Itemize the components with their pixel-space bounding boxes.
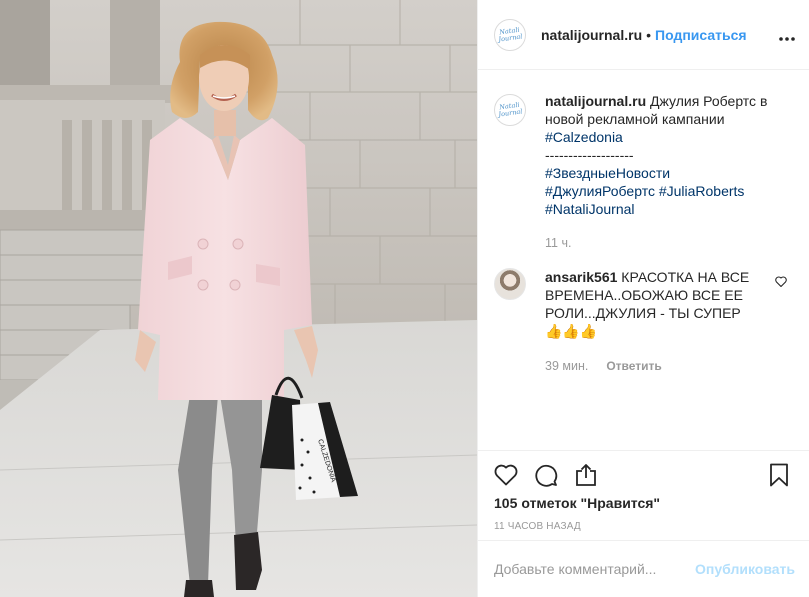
comment-time[interactable]: 39 мин. — [545, 357, 588, 375]
heart-graphic — [494, 464, 518, 486]
commenter-avatar[interactable] — [494, 268, 526, 300]
comment-item: ansarik561 КРАСОТКА НА ВСЕ ВРЕМЕНА..ОБОЖ… — [478, 252, 809, 375]
comment-heart-icon[interactable] — [775, 274, 787, 292]
likes-number: 105 — [494, 495, 518, 511]
caption-logo-line-2: Journal — [497, 107, 523, 119]
share-icon[interactable] — [566, 459, 606, 491]
more-horizontal-icon[interactable] — [779, 28, 795, 42]
likes-label: отметок "Нравится" — [521, 495, 661, 511]
caption-username[interactable]: natalijournal.ru — [545, 93, 646, 109]
caption-time[interactable]: 11 ч. — [545, 234, 767, 252]
caption-author-avatar[interactable]: Natali Journal — [494, 94, 526, 126]
comment-graphic — [535, 464, 558, 487]
post-timestamp[interactable]: 11 часов назад — [478, 511, 809, 532]
thumbs-up-emoji: 👍👍👍 — [545, 324, 598, 340]
post-sidebar: Natali Journal natalijournal.ru • Подпис… — [477, 0, 809, 597]
separator-dot: • — [646, 26, 652, 43]
caption-body: natalijournal.ru Джулия Робертс в новой … — [545, 92, 767, 252]
hashtag-zvezdnye-novosti[interactable]: #ЗвездныеНовости — [545, 164, 767, 182]
hashtag-natali-journal[interactable]: #NataliJournal — [545, 200, 767, 218]
comment-text-2: ВРЕМЕНА..ОБОЖАЮ ВСЕ ЕЕ — [545, 287, 743, 303]
comment-input[interactable] — [494, 561, 696, 577]
avatar-logo-text: Natali Journal — [497, 25, 523, 43]
comment-body: ansarik561 КРАСОТКА НА ВСЕ ВРЕМЕНА..ОБОЖ… — [545, 268, 760, 375]
post-header: Natali Journal natalijournal.ru • Подпис… — [478, 0, 809, 70]
comment-text-1: КРАСОТКА НА ВСЕ — [621, 269, 750, 285]
publish-button[interactable]: Опубликовать — [695, 561, 795, 577]
bookmark-graphic — [770, 463, 788, 487]
follow-button[interactable]: Подписаться — [655, 27, 747, 43]
heart-icon[interactable] — [486, 459, 526, 491]
author-username[interactable]: natalijournal.ru — [541, 27, 642, 43]
post-actions: 105 отметок "Нравится" 11 часов назад — [478, 450, 809, 540]
caption-line-2: новой рекламной кампании — [545, 111, 725, 127]
hashtag-julia-roberts[interactable]: #ДжулияРобертс #JuliaRoberts — [545, 182, 767, 200]
share-graphic — [576, 464, 596, 486]
instagram-post: CALZEDONIA Natali Journal natalijournal.… — [0, 0, 809, 597]
author-avatar[interactable]: Natali Journal — [494, 18, 526, 51]
comment-heart-graphic — [775, 276, 787, 288]
action-icons — [478, 451, 809, 491]
comments-section[interactable]: Natali Journal natalijournal.ru Джулия Р… — [478, 70, 809, 450]
post-photo[interactable]: CALZEDONIA — [0, 0, 477, 597]
photo-illustration: CALZEDONIA — [0, 0, 477, 597]
caption: Natali Journal natalijournal.ru Джулия Р… — [478, 70, 809, 252]
add-comment-bar: Опубликовать — [478, 540, 809, 597]
comment-icon[interactable] — [526, 459, 566, 491]
more-dots-graphic — [779, 36, 795, 41]
bookmark-icon[interactable] — [761, 459, 801, 491]
caption-divider: ------------------- — [545, 147, 634, 163]
caption-line-1: Джулия Робертс в — [650, 93, 768, 109]
hashtag-calzedonia[interactable]: #Calzedonia — [545, 128, 767, 146]
commenter-username[interactable]: ansarik561 — [545, 269, 617, 285]
comment-text-3: РОЛИ...ДЖУЛИЯ - ТЫ СУПЕР — [545, 305, 741, 321]
likes-count[interactable]: 105 отметок "Нравится" — [478, 491, 809, 511]
reply-button[interactable]: Ответить — [606, 357, 661, 375]
comment-meta: 39 мин. Ответить — [545, 357, 760, 375]
caption-avatar-logo-text: Natali Journal — [497, 101, 523, 119]
